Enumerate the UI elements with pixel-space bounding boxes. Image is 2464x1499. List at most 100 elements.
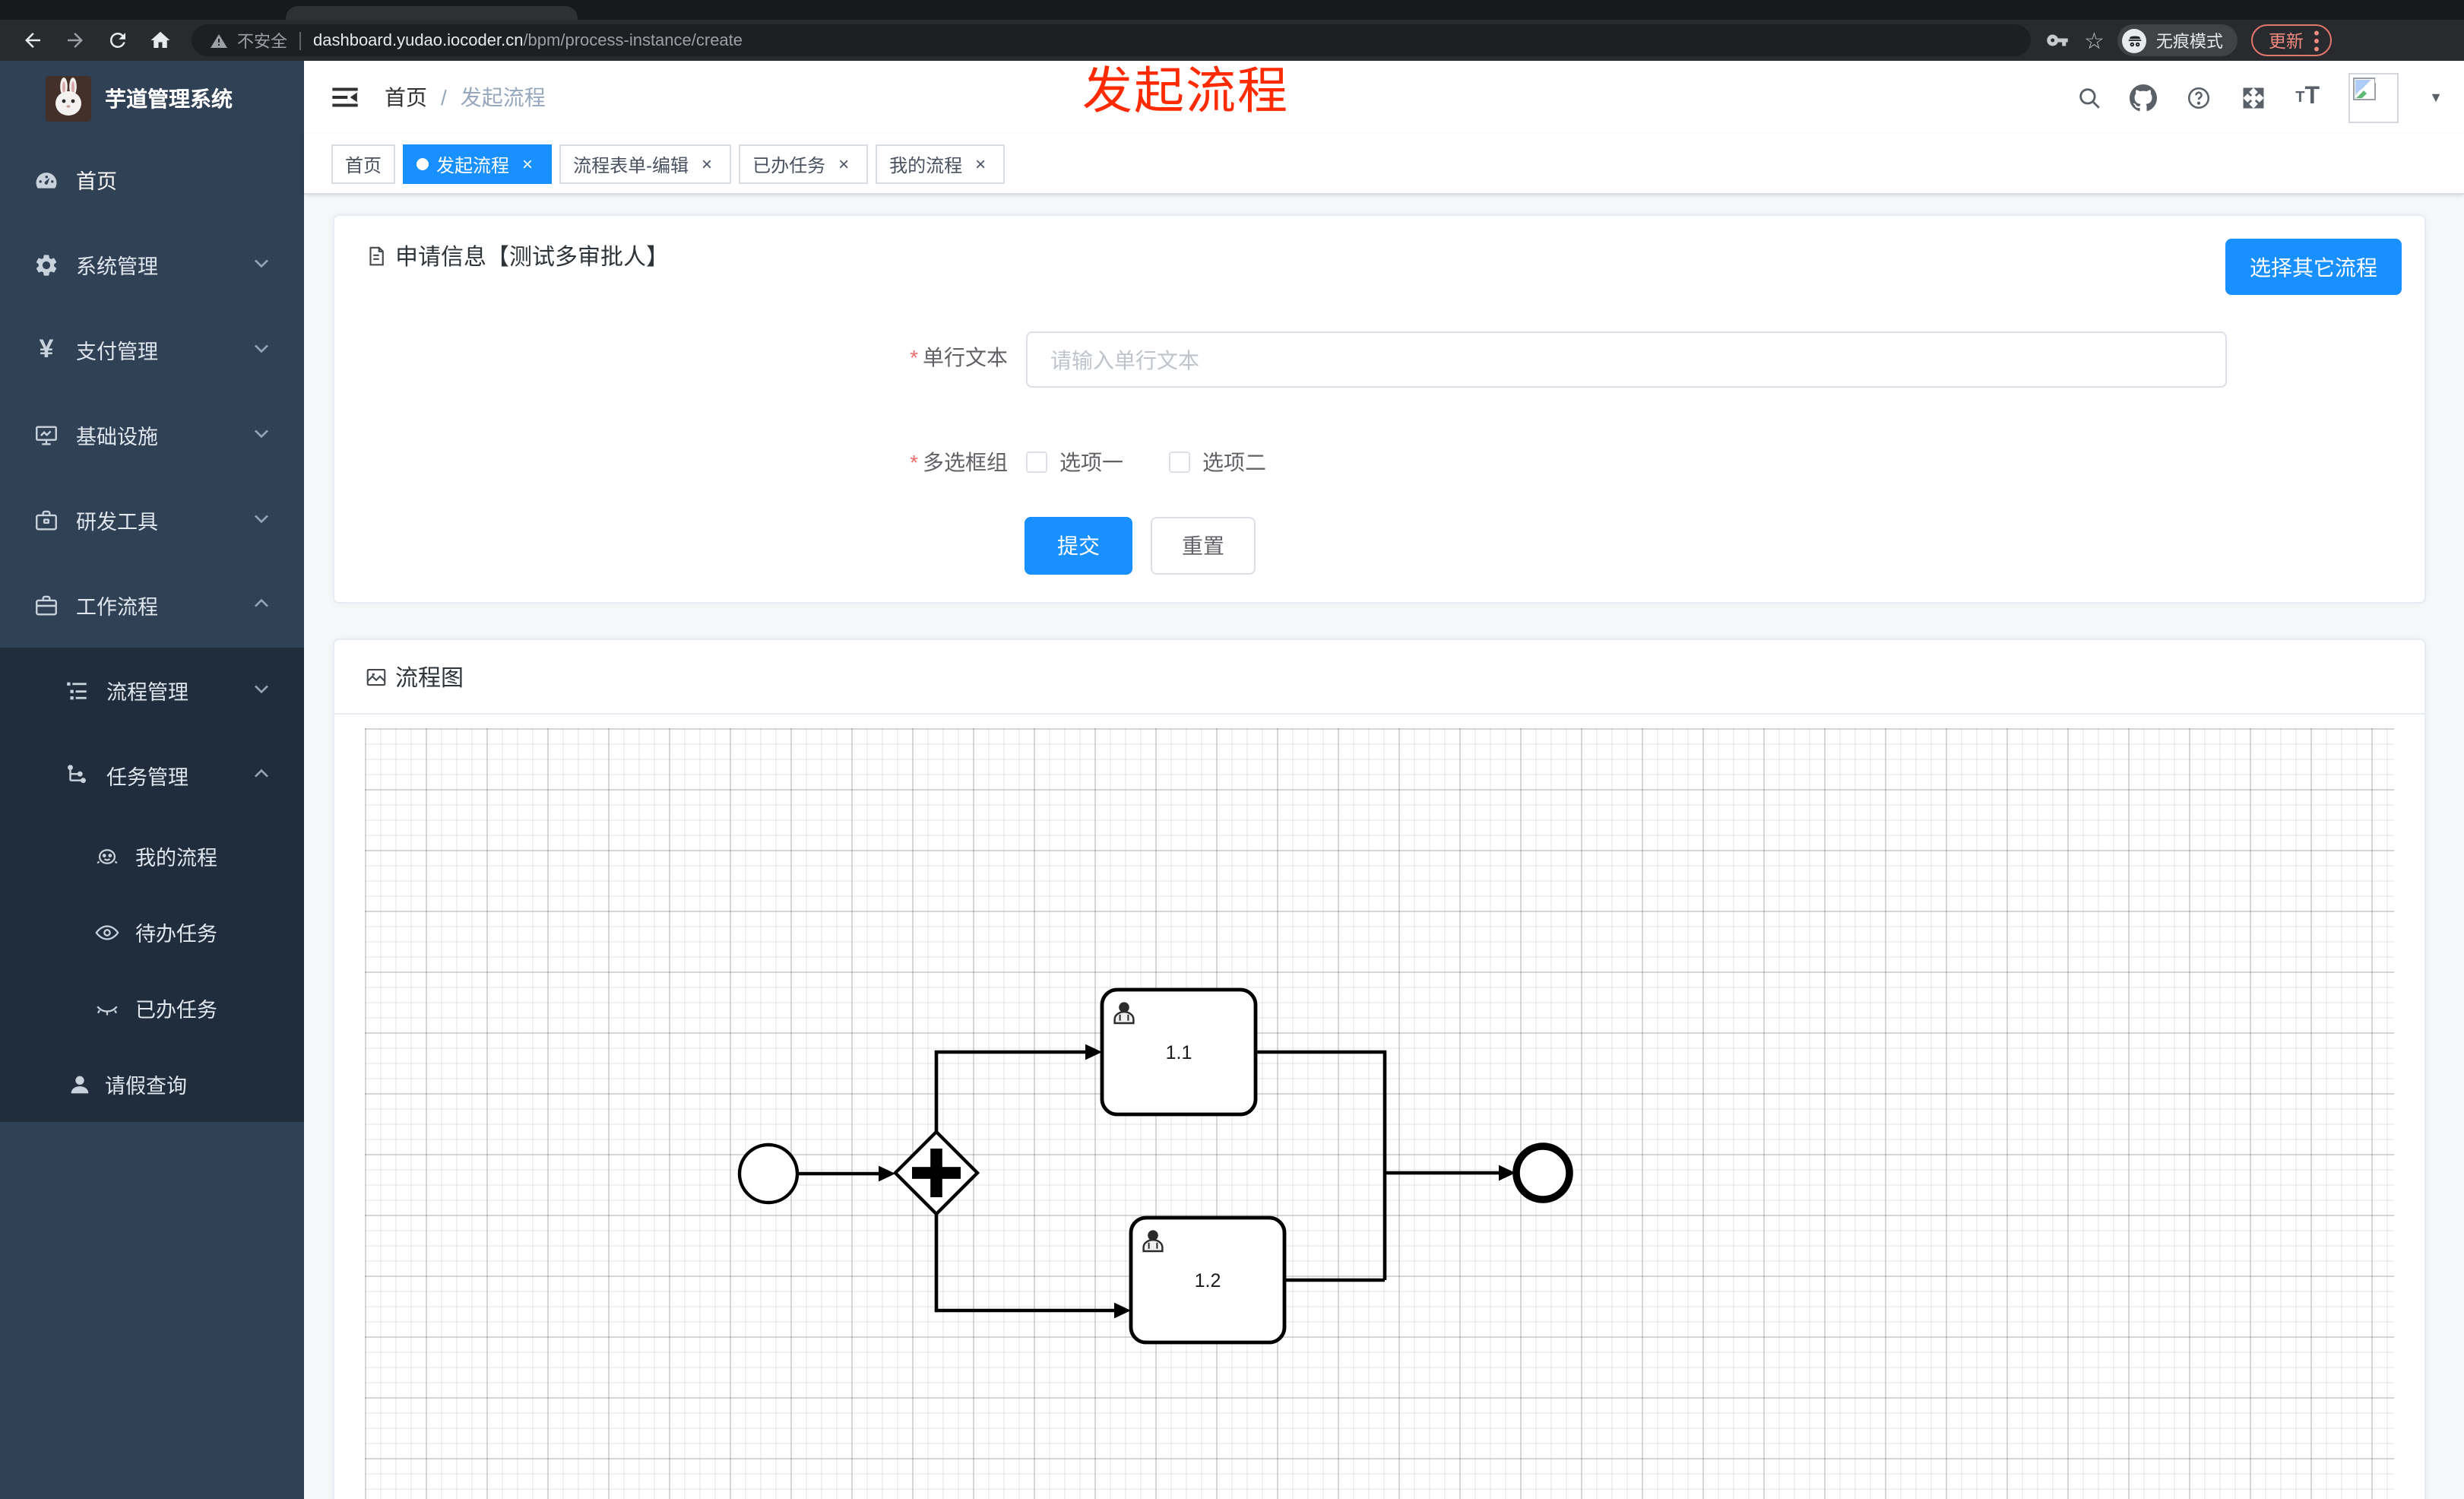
github-icon[interactable] bbox=[2130, 84, 2158, 111]
toolbox-icon bbox=[33, 507, 59, 533]
chevron-down-icon bbox=[252, 679, 271, 702]
sidebar-item-my-process[interactable]: 我的流程 bbox=[0, 818, 304, 894]
bpmn-diagram: 1.1 1.2 bbox=[737, 987, 1573, 1345]
app-title: 芋道管理系统 bbox=[105, 87, 233, 111]
sidebar-item-process-mgmt[interactable]: 流程管理 bbox=[0, 648, 304, 733]
sidebar-item-workflow[interactable]: 工作流程 bbox=[0, 563, 304, 648]
document-icon bbox=[369, 246, 384, 266]
sidebar-item-devtools[interactable]: 研发工具 bbox=[0, 477, 304, 563]
reset-button[interactable]: 重置 bbox=[1151, 517, 1256, 575]
sidebar-item-payment[interactable]: ¥ 支付管理 bbox=[0, 307, 304, 392]
forward-button[interactable] bbox=[58, 24, 91, 57]
avatar[interactable] bbox=[2348, 72, 2399, 122]
tab-form-edit[interactable]: 流程表单-编辑 × bbox=[559, 144, 732, 184]
face-icon bbox=[94, 843, 120, 869]
help-icon[interactable] bbox=[2184, 84, 2212, 111]
incognito-icon bbox=[2122, 28, 2147, 52]
incognito-label: 无痕模式 bbox=[2155, 33, 2223, 51]
dashboard-icon bbox=[33, 166, 59, 192]
tab-label: 已办任务 bbox=[752, 154, 826, 176]
checkbox-icon[interactable] bbox=[1026, 452, 1047, 473]
reload-button[interactable] bbox=[100, 24, 134, 57]
sidebar-item-label: 研发工具 bbox=[76, 511, 158, 534]
end-event bbox=[1512, 1142, 1573, 1203]
process-diagram-card: 流程图 1.1 1.2 bbox=[333, 639, 2426, 1499]
broken-avatar-image-icon bbox=[2353, 77, 2381, 100]
app-navbar: 首页 / 发起流程 T T ▼ bbox=[304, 61, 2464, 134]
checkbox-label: 选项一 bbox=[1059, 450, 1123, 474]
task-label: 1.2 bbox=[1195, 1270, 1221, 1291]
eye-closed-icon bbox=[94, 995, 120, 1021]
checkbox-label: 选项二 bbox=[1202, 450, 1266, 474]
avatar-caret-icon[interactable]: ▼ bbox=[2429, 90, 2443, 105]
page-annotation-title: 发起流程 bbox=[1082, 62, 1289, 119]
chevron-down-icon bbox=[252, 423, 271, 446]
sidebar-item-home[interactable]: 首页 bbox=[0, 137, 304, 222]
url-path: /bpm/process-instance/create bbox=[523, 31, 743, 49]
close-icon[interactable]: × bbox=[696, 154, 717, 175]
tab-done-tasks[interactable]: 已办任务 × bbox=[739, 144, 869, 184]
search-icon[interactable] bbox=[2075, 84, 2102, 111]
single-line-text-input[interactable] bbox=[1026, 331, 2227, 388]
breadcrumb-home[interactable]: 首页 bbox=[385, 82, 427, 113]
sidebar-item-label: 流程管理 bbox=[106, 681, 188, 704]
url-host: dashboard.yudao.iocoder.cn bbox=[313, 31, 524, 49]
tab-label: 我的流程 bbox=[889, 154, 963, 176]
sidebar-item-label: 待办任务 bbox=[135, 923, 217, 946]
sidebar-item-leave-query[interactable]: 请假查询 bbox=[0, 1046, 304, 1122]
flow-icon bbox=[64, 762, 90, 788]
card-title: 流程图 bbox=[395, 666, 464, 692]
checkbox-option-2[interactable]: 选项二 bbox=[1169, 447, 1266, 477]
active-dot bbox=[416, 158, 429, 170]
sidebar-item-done-tasks[interactable]: 已办任务 bbox=[0, 970, 304, 1046]
checkbox-group-row: * 多选框组 bbox=[334, 450, 2424, 474]
sidebar-item-system[interactable]: 系统管理 bbox=[0, 222, 304, 307]
breadcrumb-current: 发起流程 bbox=[460, 85, 546, 109]
close-icon[interactable]: × bbox=[833, 154, 854, 175]
update-label: 更新 bbox=[2268, 33, 2304, 51]
sidebar: 芋道管理系统 首页 系统管理 ¥ 支付管理 基础设施 研发工具 工作流程 流程管… bbox=[0, 61, 304, 1499]
chevron-down-icon bbox=[252, 509, 271, 531]
bpmn-canvas[interactable]: 1.1 1.2 bbox=[365, 728, 2394, 1499]
bookmark-star-icon[interactable]: ☆ bbox=[2084, 27, 2105, 54]
not-secure-label: 不安全 bbox=[237, 33, 287, 51]
tab-home[interactable]: 首页 bbox=[331, 144, 396, 184]
sidebar-item-task-mgmt[interactable]: 任务管理 bbox=[0, 733, 304, 818]
eye-open-icon bbox=[94, 919, 120, 945]
close-icon[interactable]: × bbox=[970, 154, 991, 175]
fullscreen-icon[interactable] bbox=[2239, 84, 2266, 111]
font-size-icon[interactable]: TT bbox=[2294, 84, 2321, 111]
close-icon[interactable]: × bbox=[517, 154, 538, 175]
sidebar-item-label: 系统管理 bbox=[76, 255, 158, 278]
sidebar-item-infra[interactable]: 基础设施 bbox=[0, 392, 304, 477]
update-button[interactable]: 更新 bbox=[2251, 24, 2333, 56]
tab-label: 流程表单-编辑 bbox=[573, 154, 689, 176]
breadcrumb: 首页 / 发起流程 bbox=[385, 82, 546, 113]
tab-start-process[interactable]: 发起流程 × bbox=[403, 144, 553, 184]
key-icon[interactable] bbox=[2043, 27, 2070, 54]
browser-tab[interactable] bbox=[286, 6, 578, 20]
parallel-gateway bbox=[892, 1129, 980, 1217]
url-separator bbox=[299, 31, 301, 49]
kebab-menu-icon[interactable] bbox=[2314, 30, 2320, 51]
incognito-badge[interactable]: 无痕模式 bbox=[2117, 24, 2238, 56]
tab-label: 发起流程 bbox=[436, 154, 510, 176]
checkbox-icon[interactable] bbox=[1169, 452, 1190, 473]
sidebar-item-todo-tasks[interactable]: 待办任务 bbox=[0, 894, 304, 970]
checkbox-option-1[interactable]: 选项一 bbox=[1026, 447, 1123, 477]
back-button[interactable] bbox=[15, 24, 49, 57]
choose-other-process-button[interactable]: 选择其它流程 bbox=[2225, 239, 2402, 295]
monitor-icon bbox=[33, 422, 59, 448]
gear-icon bbox=[33, 252, 59, 277]
user-icon bbox=[67, 1071, 93, 1097]
sidebar-item-label: 请假查询 bbox=[105, 1075, 187, 1098]
submit-button[interactable]: 提交 bbox=[1025, 517, 1132, 575]
logo-rabbit-image bbox=[46, 76, 91, 122]
sidebar-item-label: 基础设施 bbox=[76, 426, 158, 448]
tab-my-process[interactable]: 我的流程 × bbox=[876, 144, 1006, 184]
card-title: 申请信息【测试多审批人】 bbox=[395, 245, 670, 271]
sidebar-collapse-button[interactable] bbox=[330, 82, 360, 113]
app-logo-row[interactable]: 芋道管理系统 bbox=[0, 61, 304, 137]
reload-icon bbox=[109, 32, 125, 48]
home-button[interactable] bbox=[143, 24, 176, 57]
